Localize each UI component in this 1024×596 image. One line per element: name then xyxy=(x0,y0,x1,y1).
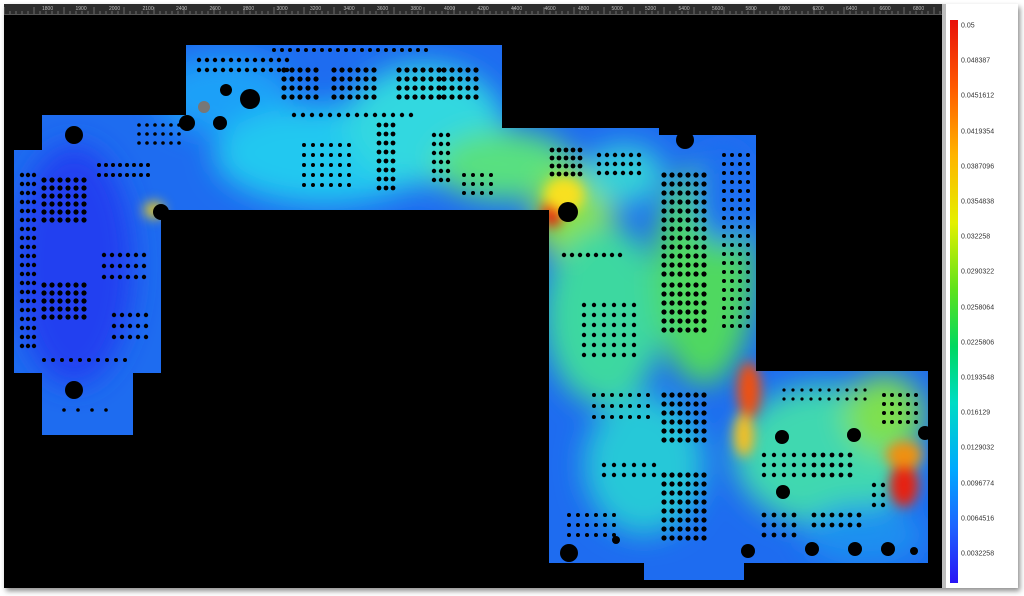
colorbar-tick-label: 0.05 xyxy=(961,22,975,30)
ruler-label: 5600 xyxy=(712,6,723,12)
ruler-label: 5400 xyxy=(679,6,690,12)
colorbar-tick-label: 0.0387096 xyxy=(961,163,995,171)
heatmap-plot[interactable] xyxy=(4,15,944,587)
color-legend: 0.05 0.048387 0.0451612 0.0419354 0.0387096 0… xyxy=(946,4,1018,588)
ruler-label: 4400 xyxy=(511,6,522,12)
ruler-label: 3400 xyxy=(344,6,355,12)
ruler-label: 2100 xyxy=(143,6,154,12)
colorbar-tick-label: 0.032258 xyxy=(961,233,991,241)
ruler-label: 2000 xyxy=(109,6,120,12)
colorbar-tick-label: 0.048387 xyxy=(961,57,991,65)
colorbar-tick-label: 0.0258064 xyxy=(961,304,995,312)
colorbar xyxy=(950,20,958,583)
ruler-label: 6200 xyxy=(813,6,824,12)
colorbar-tick-label: 0.0290322 xyxy=(961,268,995,276)
ruler-label: 4000 xyxy=(444,6,455,12)
board-heatmap xyxy=(14,45,928,580)
viewer-window: 1800 1900 2000 2100 2400 2600 2800 3000 3200 3400… xyxy=(4,4,1018,588)
ruler-label: 6400 xyxy=(846,6,857,12)
ruler-label: 5200 xyxy=(645,6,656,12)
ruler-label: 6000 xyxy=(779,6,790,12)
ruler-label: 3200 xyxy=(310,6,321,12)
colorbar-tick-label: 0.0419354 xyxy=(961,128,995,136)
ruler-label: 5000 xyxy=(612,6,623,12)
ruler-label: 5800 xyxy=(746,6,757,12)
ruler-label: 3800 xyxy=(411,6,422,12)
ruler-label: 2800 xyxy=(243,6,254,12)
horizontal-ruler: 1800 1900 2000 2100 2400 2600 2800 3000 3200 3400… xyxy=(4,4,942,15)
ruler-label: 1900 xyxy=(76,6,87,12)
ruler-label: 2600 xyxy=(210,6,221,12)
ruler-label: 4200 xyxy=(478,6,489,12)
ruler-label: 2400 xyxy=(176,6,187,12)
ruler-label: 1800 xyxy=(42,6,53,12)
colorbar-tick-label: 0.0451612 xyxy=(961,92,995,100)
colorbar-tick-label: 0.0225806 xyxy=(961,339,995,347)
colorbar-tick-label: 0.0064516 xyxy=(961,515,995,523)
ruler-label: 6600 xyxy=(880,6,891,12)
ruler-label: 4600 xyxy=(545,6,556,12)
colorbar-tick-label: 0.0032258 xyxy=(961,550,995,558)
ruler-label: 4800 xyxy=(578,6,589,12)
ruler-label: 3600 xyxy=(377,6,388,12)
colorbar-tick-label: 0.0193548 xyxy=(961,374,995,382)
colorbar-tick-label: 0.0129032 xyxy=(961,444,995,452)
ruler-label: 6800 xyxy=(913,6,924,12)
colorbar-tick-label: 0.016129 xyxy=(961,409,991,417)
colorbar-tick-label: 0.0096774 xyxy=(961,480,995,488)
ruler-label: 3000 xyxy=(277,6,288,12)
colorbar-tick-label: 0.0354838 xyxy=(961,198,995,206)
